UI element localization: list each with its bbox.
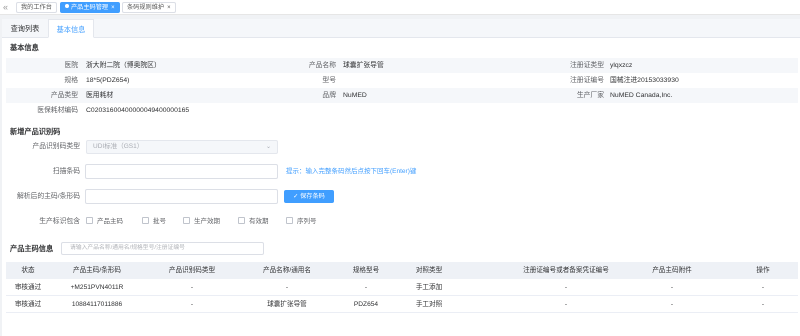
tab-my-workbench[interactable]: 我的工作台 (16, 2, 57, 13)
top-tab-bar: « 我的工作台 产品主码管理 × 条码规则维护 × (0, 0, 800, 15)
new-code-title: 新增产品识别码 (10, 127, 61, 136)
sub-tab-bar: 查询列表 基本信息 (2, 19, 800, 38)
spec-value: 18*5(PDZ654) (86, 77, 130, 84)
info-row: 医院 浙大附二院（博奥院区） 产品名称 球囊扩张导管 注册证类型 ylqxzcz (6, 58, 798, 73)
tab-label: 产品主码管理 (71, 4, 109, 11)
basic-info-title: 基本信息 (10, 43, 39, 52)
column-header: 规格型号 (352, 267, 380, 274)
checkbox-serial[interactable]: 序列号 (286, 217, 317, 227)
column-header: 状态 (21, 267, 35, 274)
scan-hint: 提示：输入完整条码然后点按下回车(Enter)键 (286, 168, 417, 175)
column-header: 注册证编号或者备案凭证编号 (523, 267, 609, 274)
field-label: 注册证编号 (570, 77, 604, 84)
checkbox-product-code[interactable]: 产品主码 (86, 217, 123, 227)
code-type-cell: - (190, 284, 194, 291)
tab-query-list[interactable]: 查询列表 (2, 19, 48, 38)
checkbox-icon[interactable] (142, 217, 149, 224)
hospital-value: 浙大附二院（博奥院区） (86, 62, 161, 69)
column-header: 产品名称/通用名 (263, 267, 311, 274)
info-row: 产品类型 医用耗材 品牌 NuMED 生产厂家 NuMED Canada,Inc… (6, 88, 798, 103)
action-cell[interactable]: - (748, 279, 778, 296)
product-type-value: 医用耗材 (86, 92, 114, 99)
cert-number-value: 国械注进20153033930 (610, 77, 679, 84)
match-type-cell: 手工对照 (415, 301, 443, 308)
spec-cell: PDZ654 (353, 301, 379, 308)
spec-cell: - (364, 284, 368, 291)
close-icon[interactable]: × (167, 5, 171, 11)
product-name-value: 球囊扩张导管 (343, 62, 384, 69)
field-label: 型号 (322, 77, 336, 84)
manufacturer-value: NuMED Canada,Inc. (610, 92, 673, 99)
match-type-cell: 手工添加 (415, 284, 443, 291)
close-icon[interactable]: × (111, 5, 115, 11)
table-header: 状态 产品主码/条形码 产品识别码类型 产品名称/通用名 规格型号 对照类型 注… (6, 262, 798, 279)
cert-cell: - (564, 284, 568, 291)
checkbox-production-date[interactable]: 生产效期 (183, 217, 220, 227)
code-cell: 10884117011886 (71, 301, 123, 308)
field-label: 产品类型 (50, 92, 78, 99)
chevron-down-icon: ⌄ (265, 144, 271, 150)
collapse-sidebar-icon[interactable]: « (3, 2, 13, 13)
checkbox-icon[interactable] (286, 217, 293, 224)
info-row: 规格 18*5(PDZ654) 型号 注册证编号 国械注进20153033930 (6, 73, 798, 88)
parsed-code-label: 解析后的主码/条形码 (16, 193, 80, 200)
product-search-input[interactable]: 请输入产品名称/通用名/规格型号/注册证编号 (61, 242, 264, 255)
field-label: 规格 (64, 77, 78, 84)
attachment-cell: - (670, 284, 674, 291)
field-label: 生产厂家 (576, 92, 604, 99)
code-type-cell: - (190, 301, 194, 308)
field-label: 注册证类型 (570, 62, 604, 69)
include-label: 生产标识包含 (39, 218, 80, 225)
cert-cell: - (564, 301, 568, 308)
table-row[interactable]: 审核通过 +M251PVN4011R - - - 手工添加 - - - (6, 279, 798, 296)
table-row[interactable]: 审核通过 10884117011886 - 球囊扩张导管 PDZ654 手工对照… (6, 296, 798, 313)
cert-type-value: ylqxzcz (610, 62, 633, 69)
tab-label: 我的工作台 (21, 4, 52, 11)
tab-basic-info[interactable]: 基本信息 (48, 19, 94, 38)
brand-value: NuMED (343, 92, 367, 99)
info-row: 医保耗材编码 C0203160040000004940000016​5 (6, 103, 798, 118)
product-name-cell: 球囊扩张导管 (267, 301, 307, 308)
status-cell: 审核通过 (14, 284, 42, 291)
action-cell[interactable]: - (748, 296, 778, 313)
tab-product-code-management[interactable]: 产品主码管理 × (60, 2, 120, 13)
code-type-label: 产品识别码类型 (32, 143, 80, 150)
column-header: 产品主码/条形码 (73, 267, 121, 274)
insurance-code-value: C0203160040000004940000016​5 (86, 107, 190, 114)
checkbox-batch[interactable]: 批号 (142, 217, 166, 227)
checkbox-icon[interactable] (86, 217, 93, 224)
column-header: 产品识别码类型 (168, 267, 216, 274)
field-label: 医保耗材编码 (37, 107, 78, 114)
column-header: 产品主码附件 (652, 267, 692, 274)
code-cell: +M251PVN4011R (70, 284, 124, 291)
checkbox-expiry[interactable]: 有效期 (238, 217, 269, 227)
parsed-code-input[interactable] (85, 189, 278, 204)
field-label: 品牌 (322, 92, 336, 99)
scan-label: 扫描条码 (52, 168, 80, 175)
column-header: 对照类型 (415, 267, 443, 274)
product-code-title: 产品主码信息 (10, 244, 54, 253)
tab-label: 条码规则维护 (127, 4, 165, 11)
field-label: 产品名称 (308, 62, 336, 69)
field-label: 医院 (64, 62, 78, 69)
active-dot-icon (65, 4, 69, 8)
column-header: 操作 (756, 267, 770, 274)
code-type-select[interactable]: UDI标准（GS1） ⌄ (86, 140, 278, 154)
checkbox-icon[interactable] (238, 217, 245, 224)
status-cell: 审核通过 (14, 301, 42, 308)
tab-barcode-rule-maintenance[interactable]: 条码规则维护 × (122, 2, 176, 13)
code-type-selected: UDI标准（GS1） (93, 143, 144, 150)
scan-barcode-input[interactable] (85, 164, 278, 179)
checkbox-icon[interactable] (183, 217, 190, 224)
attachment-cell: - (670, 301, 674, 308)
product-name-cell: - (285, 284, 289, 291)
save-barcode-button[interactable]: ✓ 保存条码 (284, 190, 334, 203)
